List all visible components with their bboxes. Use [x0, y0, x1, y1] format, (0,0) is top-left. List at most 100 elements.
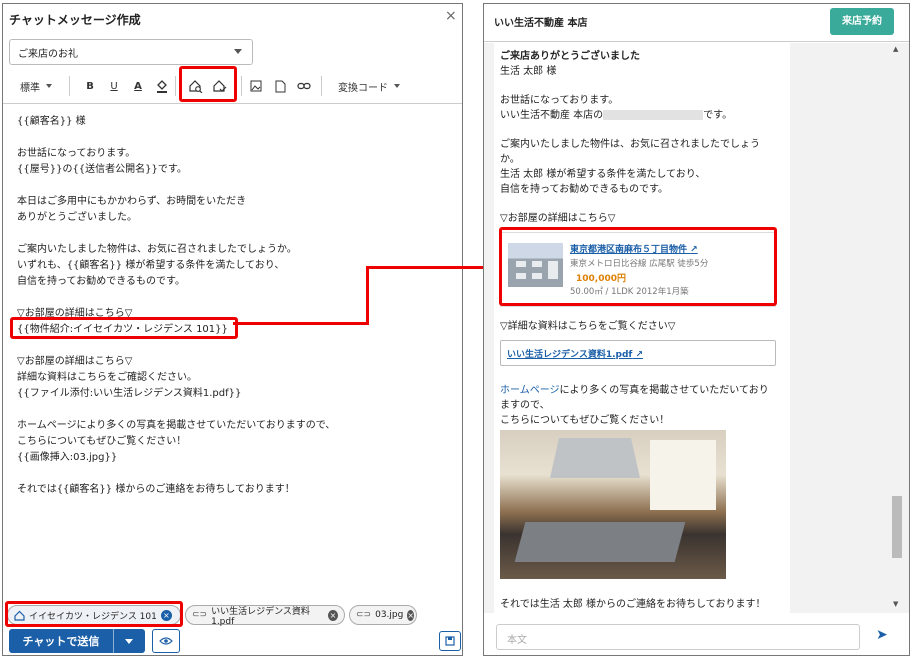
font-color-button[interactable]: A: [129, 74, 147, 98]
format-label: 標準: [20, 82, 40, 94]
format-select[interactable]: 標準: [11, 74, 61, 98]
message-text: いい生活不動産 本店の: [500, 110, 604, 121]
message-line: か。: [500, 154, 520, 165]
template-select[interactable]: ご来店のお礼: [9, 39, 253, 65]
editor-line: {{屋号}}の{{送信者公開名}}です。: [17, 164, 187, 175]
message-input[interactable]: 本文: [496, 624, 860, 650]
connector-line: [233, 322, 368, 325]
preview-button[interactable]: [152, 629, 180, 653]
scrollbar-thumb[interactable]: [892, 496, 902, 558]
image-insert-button[interactable]: [247, 74, 265, 98]
underline-button[interactable]: U: [105, 74, 123, 98]
property-card-highlight: [499, 227, 777, 306]
attachment-highlight: [5, 601, 183, 627]
convert-code-label: 変換コード: [338, 82, 388, 94]
toolbar-divider: [69, 76, 70, 96]
scroll-down-icon[interactable]: ▼: [893, 600, 898, 608]
compose-panel: チャットメッセージ作成 × ご来店のお礼 標準 B U A 変換コード {{顧客…: [2, 3, 463, 656]
message-editor[interactable]: {{顧客名}} 様お世話になっております。 {{屋号}}の{{送信者公開名}}です…: [17, 114, 447, 498]
toolbar-highlight: [179, 66, 237, 102]
chat-preview-panel: いい生活不動産 本店 来店予約 ▲ ▼ ご来店ありがとうございました 生活 太郎…: [483, 3, 910, 656]
editor-line: 詳細な資料はこちらをご確認ください。: [17, 372, 197, 383]
property-code-highlight: [10, 317, 238, 339]
message-line: それでは生活 太郎 様からのご連絡をお待ちしております！: [500, 599, 766, 610]
editor-line: 本日はご多用中にもかかわらず、お時間をいただき: [17, 196, 247, 207]
chat-header: いい生活不動産 本店 来店予約: [484, 4, 909, 42]
message-line: 自信を持ってお勧めできるものです。: [500, 184, 668, 195]
send-button-label: チャットで送信: [22, 635, 100, 648]
message-line: ますので、: [500, 400, 550, 411]
compose-title: チャットメッセージ作成: [9, 13, 141, 27]
attachment-label: 03.jpg: [375, 610, 404, 620]
message-line: ▽詳細な資料はこちらをご覧ください▽: [500, 321, 676, 332]
attachment-chip[interactable]: ⊂⊃ いい生活レジデンス資料1.pdf ×: [185, 605, 345, 627]
file-icon: [275, 80, 285, 92]
external-link-icon: ↗: [635, 350, 643, 360]
attachment-label: いい生活レジデンス資料1.pdf: [211, 606, 310, 627]
floppy-icon: [445, 636, 455, 646]
chevron-down-icon: [394, 84, 400, 88]
chevron-down-icon: [125, 638, 133, 644]
store-name: いい生活不動産 本店: [494, 18, 588, 29]
toolbar-divider: [241, 76, 242, 96]
bold-button[interactable]: B: [81, 74, 99, 98]
button-divider: [113, 629, 114, 653]
homepage-link[interactable]: ホームページ: [500, 385, 560, 396]
editor-line: {{画像挿入:03.jpg}}: [17, 452, 118, 463]
highlight-color-button[interactable]: [153, 74, 171, 98]
kitchen-photo: [500, 430, 726, 579]
editor-line: 自信を持ってお勧めできるものです。: [17, 276, 185, 287]
send-options-button[interactable]: [114, 638, 144, 644]
send-button[interactable]: チャットで送信: [9, 629, 145, 653]
editor-line: それでは{{顧客名}} 様からのご連絡をお待ちしております！: [17, 484, 295, 495]
template-select-value: ご来店のお礼: [18, 49, 78, 60]
remove-icon[interactable]: ×: [327, 609, 338, 621]
message-line: ご案内いたしました物件は、お気に召されましたでしょう: [500, 139, 760, 150]
message-customer: 生活 太郎 様: [500, 66, 557, 77]
chevron-down-icon: [46, 84, 52, 88]
paperclip-icon: ⊂⊃: [356, 610, 372, 620]
connector-line: [366, 266, 499, 269]
eye-icon: [159, 637, 173, 645]
toolbar-separator: [3, 103, 462, 104]
remove-icon[interactable]: ×: [407, 609, 415, 621]
convert-code-select[interactable]: 変換コード: [331, 74, 407, 98]
paperclip-icon: ⊂⊃: [192, 610, 208, 620]
editor-line: ホームページにより多くの写真を掲載させていただいておりますので、: [17, 420, 336, 431]
attachment-chip[interactable]: ⊂⊃ 03.jpg ×: [349, 605, 417, 625]
document-link-text: いい生活レジデンス資料1.pdf: [507, 350, 633, 360]
editor-line: こちらについてもぜひご覧ください！: [17, 436, 187, 447]
document-link[interactable]: いい生活レジデンス資料1.pdf ↗: [500, 340, 776, 366]
message-line: お世話になっております。: [500, 95, 619, 106]
visit-reservation-button[interactable]: 来店予約: [830, 8, 894, 35]
message-text: です。: [703, 110, 733, 121]
link-icon: [297, 82, 311, 90]
redacted-name: [603, 110, 704, 120]
message-heading: ご来店ありがとうございました: [500, 51, 640, 62]
editor-line: {{顧客名}} 様: [17, 116, 86, 127]
toolbar-divider: [175, 76, 176, 96]
editor-line: お世話になっております。: [17, 148, 136, 159]
editor-line: ▽お部屋の詳細はこちら▽: [17, 356, 133, 367]
link-insert-button[interactable]: [295, 74, 313, 98]
image-icon: [250, 80, 262, 92]
save-draft-button[interactable]: [439, 631, 461, 651]
file-insert-button[interactable]: [271, 74, 289, 98]
connector-line: [366, 266, 369, 325]
message-line: いい生活不動産 本店の です。: [500, 109, 732, 124]
close-icon[interactable]: ×: [445, 8, 457, 24]
message-line: こちらについてもぜひご覧ください！: [500, 415, 670, 426]
chevron-down-icon: [234, 49, 242, 54]
message-text: により多くの写真を掲載させていただいており: [559, 385, 769, 396]
send-icon[interactable]: ➤: [876, 627, 888, 643]
editor-line: ありがとうございました。: [17, 212, 137, 223]
message-line: ▽お部屋の詳細はこちら▽: [500, 213, 616, 224]
scroll-up-icon[interactable]: ▲: [893, 45, 898, 53]
message-line: ホームページにより多くの写真を掲載させていただいており: [500, 384, 769, 399]
